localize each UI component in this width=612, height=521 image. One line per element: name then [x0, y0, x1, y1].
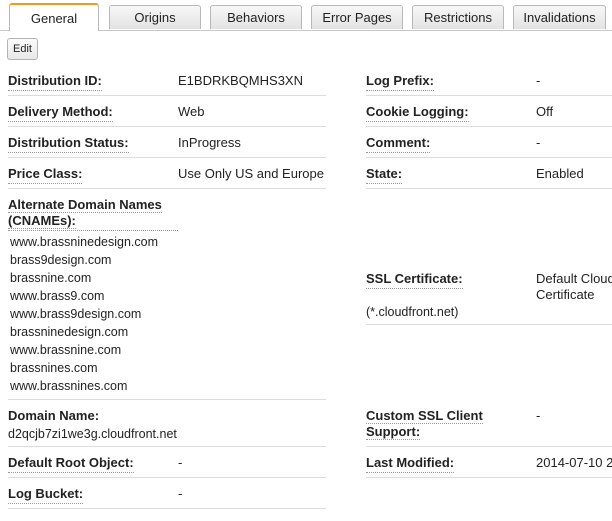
custom-ssl-label-line1: Custom SSL Client: [366, 408, 483, 424]
tab-origins[interactable]: Origins: [109, 5, 201, 29]
divider: [366, 324, 612, 325]
list-item: www.brass9design.com: [10, 307, 142, 321]
divider: [366, 157, 612, 158]
ssl-certificate-value-line2: Certificate: [536, 287, 595, 302]
cnames-label-line2: (CNAMEs):: [8, 213, 76, 229]
tab-general[interactable]: General: [9, 3, 99, 31]
divider: [366, 126, 612, 127]
list-item: www.brassnines.com: [10, 379, 128, 393]
cnames-label: Alternate Domain Names (CNAMEs):: [8, 197, 183, 230]
log-bucket-value: -: [178, 486, 183, 501]
divider: [366, 95, 612, 96]
custom-ssl-label-line2: Support:: [366, 424, 421, 440]
divider: [366, 188, 612, 189]
edit-button[interactable]: Edit: [7, 38, 38, 60]
divider: [8, 446, 326, 447]
divider: [8, 399, 326, 400]
label-underline: [8, 230, 178, 231]
divider: [8, 477, 326, 478]
tab-bar: General Origins Behaviors Error Pages Re…: [0, 0, 612, 31]
list-item: www.brassnine.com: [10, 343, 122, 357]
distribution-status-value: InProgress: [178, 135, 241, 150]
delivery-method-value: Web: [178, 104, 205, 119]
divider: [8, 157, 326, 158]
list-item: www.brassninedesign.com: [10, 235, 158, 249]
price-class-label: Price Class:: [8, 166, 83, 184]
default-root-object-label: Default Root Object:: [8, 455, 134, 473]
cnames-list: www.brassninedesign.com brass9design.com…: [10, 233, 158, 395]
log-bucket-label: Log Bucket:: [8, 486, 84, 504]
log-prefix-value: -: [536, 73, 541, 88]
domain-name-value: d2qcjb7zi1we3g.cloudfront.net: [8, 427, 177, 441]
custom-ssl-client-support-label: Custom SSL Client Support:: [366, 408, 534, 441]
tab-behaviors[interactable]: Behaviors: [210, 5, 302, 29]
log-prefix-label: Log Prefix:: [366, 73, 434, 91]
tab-error-pages[interactable]: Error Pages: [311, 5, 403, 29]
divider: [8, 508, 326, 509]
ssl-certificate-value-line1: Default Cloud: [536, 271, 612, 286]
list-item: brass9design.com: [10, 253, 112, 267]
cookie-logging-label: Cookie Logging:: [366, 104, 469, 122]
cnames-label-line1: Alternate Domain Names: [8, 197, 162, 213]
distribution-status-label: Distribution Status:: [8, 135, 129, 153]
delivery-method-label: Delivery Method:: [8, 104, 113, 122]
last-modified-label: Last Modified:: [366, 455, 455, 473]
list-item: www.brass9.com: [10, 289, 105, 303]
list-item: brassnines.com: [10, 361, 98, 375]
divider: [8, 188, 326, 189]
distribution-id-value: E1BDRKBQMHS3XN: [178, 73, 303, 88]
comment-value: -: [536, 135, 541, 150]
divider: [8, 95, 326, 96]
custom-ssl-client-support-value: -: [536, 408, 541, 423]
list-item: brassninedesign.com: [10, 325, 129, 339]
ssl-certificate-label: SSL Certificate:: [366, 271, 463, 289]
price-class-value: Use Only US and Europe: [178, 166, 324, 181]
cookie-logging-value: Off: [536, 104, 554, 119]
tab-invalidations[interactable]: Invalidations: [513, 5, 606, 29]
divider: [366, 477, 612, 478]
default-root-object-value: -: [178, 455, 183, 470]
state-value: Enabled: [536, 166, 584, 181]
ssl-certificate-note: (*.cloudfront.net): [366, 305, 459, 319]
domain-name-label: Domain Name:: [8, 408, 100, 423]
distribution-id-label: Distribution ID:: [8, 73, 102, 91]
tab-restrictions[interactable]: Restrictions: [412, 5, 504, 29]
list-item: brassnine.com: [10, 271, 92, 285]
state-label: State:: [366, 166, 403, 184]
divider: [366, 446, 612, 447]
divider: [8, 126, 326, 127]
last-modified-value: 2014-07-10 2: [536, 455, 612, 470]
comment-label: Comment:: [366, 135, 431, 153]
